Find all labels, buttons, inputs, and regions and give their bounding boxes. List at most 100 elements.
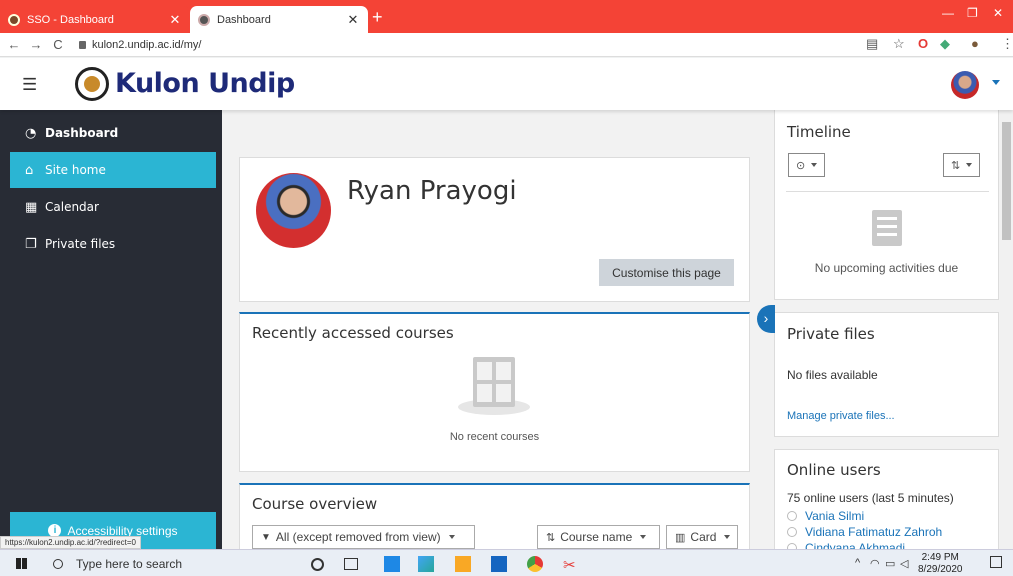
nav-drawer: ◔ Dashboard ⌂ Site home ▦ Calendar ❐ Pri… — [0, 110, 222, 549]
card-title: Course overview — [252, 495, 378, 513]
user-icon — [787, 527, 797, 537]
block-title: Private files — [787, 325, 875, 343]
minimize-icon[interactable]: — — [942, 6, 954, 20]
course-sort-dropdown[interactable]: ⇅ Course name — [537, 525, 660, 549]
volume-icon[interactable]: ◁ — [900, 557, 908, 570]
block-title: Timeline — [787, 123, 851, 141]
grid-icon: ▥ — [675, 531, 686, 544]
customise-page-button[interactable]: Customise this page — [599, 259, 734, 286]
sidebar-item-label: Dashboard — [45, 126, 119, 140]
collapse-blocks-chevron-icon[interactable]: › — [757, 305, 775, 333]
sidebar-item-private-files[interactable]: ❐ Private files — [10, 226, 216, 262]
online-user-link[interactable]: Vidiana Fatimatuz Zahroh — [787, 525, 942, 539]
status-bar-url: https://kulon2.undip.ac.id/?redirect=0 — [0, 536, 141, 549]
forward-icon[interactable]: → — [25, 37, 47, 52]
empty-message: No recent courses — [449, 431, 540, 443]
sidebar-item-label: Site home — [45, 163, 106, 177]
close-window-icon[interactable]: ✕ — [993, 6, 1003, 20]
url-field[interactable]: kulon2.undip.ac.id/my/ — [79, 39, 201, 51]
list-illustration-icon — [872, 210, 902, 246]
user-icon — [787, 511, 797, 521]
profile-name: Ryan Prayogi — [347, 176, 517, 206]
battery-icon[interactable]: ▭ — [885, 557, 895, 570]
tab-title: Dashboard — [217, 13, 271, 26]
home-icon: ⌂ — [25, 162, 34, 178]
site-favicon-icon — [198, 13, 210, 26]
close-tab-icon[interactable]: ✕ — [168, 12, 182, 28]
cortana-icon[interactable] — [311, 558, 324, 571]
opera-extension-icon[interactable]: O — [918, 36, 928, 51]
online-users-block: Online users 75 online users (last 5 min… — [774, 449, 999, 555]
snipping-tool-icon[interactable]: ✂ — [563, 556, 579, 574]
translate-icon[interactable]: ▤ — [866, 36, 878, 52]
block-title: Online users — [787, 461, 881, 479]
user-menu-caret-icon[interactable] — [992, 80, 1000, 85]
word-app-icon[interactable] — [491, 556, 507, 572]
manage-private-files-link[interactable]: Manage private files... — [787, 410, 895, 422]
system-clock[interactable]: 2:49 PM 8/29/2020 — [918, 552, 963, 576]
sidebar-item-site-home[interactable]: ⌂ Site home — [10, 152, 216, 188]
browser-menu-icon[interactable]: ⋮ — [1001, 36, 1013, 52]
course-filter-dropdown[interactable]: ▼ All (except removed from view) — [252, 525, 475, 549]
sidebar-item-calendar[interactable]: ▦ Calendar — [10, 189, 216, 225]
timeline-filter-button[interactable]: ⊙ — [788, 153, 826, 177]
tray-chevron-icon[interactable]: ^ — [855, 557, 860, 569]
gauge-icon: ◔ — [25, 125, 37, 141]
filter-icon: ▼ — [261, 531, 271, 543]
empty-message: No files available — [787, 368, 878, 382]
sort-icon: ⇅ — [546, 531, 556, 544]
card-title: Recently accessed courses — [252, 324, 454, 342]
new-tab-button[interactable]: + — [372, 8, 383, 26]
extension-icon[interactable]: ◆ — [940, 36, 950, 52]
network-icon[interactable]: ◠ — [870, 557, 880, 570]
timeline-block: Timeline ⊙ ⇅ No upcoming activities due — [774, 110, 999, 300]
course-view-dropdown[interactable]: ▥ Card — [666, 525, 738, 549]
taskbar-search[interactable]: Type here to search — [45, 550, 291, 576]
lock-icon — [79, 40, 86, 49]
online-user-link[interactable]: Vania Silmi — [787, 509, 864, 523]
timeline-sort-button[interactable]: ⇅ — [943, 153, 981, 177]
calendar-app-icon[interactable] — [384, 556, 400, 572]
tab-title: SSO - Dashboard — [27, 13, 114, 26]
files-icon: ❐ — [25, 236, 37, 252]
bookmark-star-icon[interactable]: ☆ — [893, 36, 905, 52]
back-icon[interactable]: ← — [3, 37, 25, 52]
profile-icon[interactable]: ● — [971, 36, 979, 51]
file-explorer-icon[interactable] — [455, 556, 471, 572]
profile-card: Ryan Prayogi Customise this page — [239, 157, 750, 302]
search-icon — [53, 558, 63, 569]
sidebar-item-label: Calendar — [45, 200, 99, 214]
reload-icon[interactable]: C — [47, 37, 69, 52]
university-seal-logo[interactable] — [75, 67, 109, 101]
empty-message: No upcoming activities due — [814, 261, 959, 275]
browser-tab-dashboard[interactable]: Dashboard ✕ — [190, 6, 368, 33]
url-text: kulon2.undip.ac.id/my/ — [92, 38, 202, 51]
clock-icon: ⊙ — [796, 159, 806, 172]
site-header: ☰ Kulon Undip — [0, 58, 1013, 110]
user-avatar[interactable] — [951, 71, 979, 99]
site-favicon-icon — [8, 13, 20, 26]
course-overview-card: Course overview ▼ All (except removed fr… — [239, 483, 750, 553]
maps-app-icon[interactable] — [418, 556, 434, 572]
search-placeholder: Type here to search — [76, 556, 183, 571]
windows-start-icon[interactable] — [16, 558, 27, 569]
maximize-icon[interactable]: ❐ — [967, 6, 978, 20]
chrome-app-icon[interactable] — [527, 556, 543, 572]
main-region: Ryan Prayogi Customise this page Recentl… — [222, 110, 1000, 555]
sort-icon: ⇅ — [951, 159, 961, 172]
hamburger-menu-icon[interactable]: ☰ — [22, 75, 37, 95]
private-files-block: Private files No files available Manage … — [774, 312, 999, 437]
browser-tab-bar: SSO - Dashboard ✕ Dashboard ✕ + — ❐ ✕ — [0, 0, 1013, 33]
task-view-icon[interactable] — [344, 558, 358, 570]
address-bar: ← → C kulon2.undip.ac.id/my/ ▤ ☆ O ◆ ● ⋮ — [0, 33, 1013, 57]
notification-icon[interactable] — [990, 556, 1002, 568]
close-tab-icon[interactable]: ✕ — [346, 12, 360, 28]
calendar-icon: ▦ — [25, 199, 38, 215]
sidebar-item-label: Private files — [45, 237, 116, 251]
sidebar-item-dashboard[interactable]: ◔ Dashboard — [10, 115, 216, 151]
profile-avatar[interactable] — [256, 173, 331, 248]
recent-courses-card: Recently accessed courses No recent cour… — [239, 312, 750, 472]
browser-tab-sso[interactable]: SSO - Dashboard ✕ — [0, 6, 190, 33]
site-brand[interactable]: Kulon Undip — [115, 68, 295, 99]
page-scrollbar[interactable] — [1000, 110, 1013, 549]
